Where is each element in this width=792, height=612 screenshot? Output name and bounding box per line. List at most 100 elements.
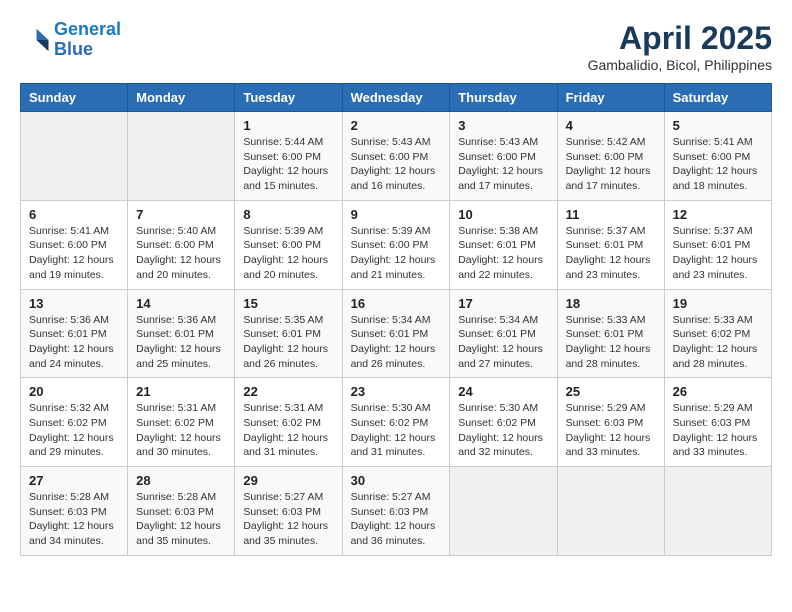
day-info: Sunrise: 5:43 AM Sunset: 6:00 PM Dayligh… <box>351 135 442 194</box>
day-number: 16 <box>351 296 442 311</box>
day-number: 14 <box>136 296 226 311</box>
day-info: Sunrise: 5:33 AM Sunset: 6:01 PM Dayligh… <box>566 313 656 372</box>
day-info: Sunrise: 5:30 AM Sunset: 6:02 PM Dayligh… <box>458 401 548 460</box>
calendar-week-row: 13 Sunrise: 5:36 AM Sunset: 6:01 PM Dayli… <box>21 289 772 378</box>
table-row: 7Sunrise: 5:40 AM Sunset: 6:00 PM Daylig… <box>128 200 235 289</box>
table-row: 20Sunrise: 5:32 AM Sunset: 6:02 PM Dayli… <box>21 378 128 467</box>
day-info: Sunrise: 5:34 AM Sunset: 6:01 PM Dayligh… <box>351 313 442 372</box>
calendar-week-row: 1 Sunrise: 5:44 AM Sunset: 6:00 PM Daylig… <box>21 112 772 201</box>
table-row: 12Sunrise: 5:37 AM Sunset: 6:01 PM Dayli… <box>664 200 771 289</box>
table-row: 14 Sunrise: 5:36 AM Sunset: 6:01 PM Dayli… <box>128 289 235 378</box>
table-row: 2 Sunrise: 5:43 AM Sunset: 6:00 PM Daylig… <box>342 112 450 201</box>
day-info: Sunrise: 5:39 AM Sunset: 6:00 PM Dayligh… <box>243 224 333 283</box>
table-row: 25Sunrise: 5:29 AM Sunset: 6:03 PM Dayli… <box>557 378 664 467</box>
day-number: 25 <box>566 384 656 399</box>
col-tuesday: Tuesday <box>235 84 342 112</box>
logo: General Blue <box>20 20 121 60</box>
table-row: 9 Sunrise: 5:39 AM Sunset: 6:00 PM Daylig… <box>342 200 450 289</box>
day-number: 15 <box>243 296 333 311</box>
day-number: 30 <box>351 473 442 488</box>
day-info: Sunrise: 5:36 AM Sunset: 6:01 PM Dayligh… <box>29 313 119 372</box>
table-row <box>128 112 235 201</box>
day-info: Sunrise: 5:28 AM Sunset: 6:03 PM Dayligh… <box>29 490 119 549</box>
day-info: Sunrise: 5:39 AM Sunset: 6:00 PM Dayligh… <box>351 224 442 283</box>
day-info: Sunrise: 5:43 AM Sunset: 6:00 PM Dayligh… <box>458 135 548 194</box>
table-row: 21 Sunrise: 5:31 AM Sunset: 6:02 PM Dayli… <box>128 378 235 467</box>
day-info: Sunrise: 5:36 AM Sunset: 6:01 PM Dayligh… <box>136 313 226 372</box>
day-info: Sunrise: 5:42 AM Sunset: 6:00 PM Dayligh… <box>566 135 656 194</box>
col-wednesday: Wednesday <box>342 84 450 112</box>
col-thursday: Thursday <box>450 84 557 112</box>
day-number: 17 <box>458 296 548 311</box>
day-number: 21 <box>136 384 226 399</box>
table-row: 22 Sunrise: 5:31 AM Sunset: 6:02 PM Dayli… <box>235 378 342 467</box>
day-number: 27 <box>29 473 119 488</box>
table-row: 23Sunrise: 5:30 AM Sunset: 6:02 PM Dayli… <box>342 378 450 467</box>
title-block: April 2025 Gambalidio, Bicol, Philippine… <box>588 20 772 73</box>
table-row: 24 Sunrise: 5:30 AM Sunset: 6:02 PM Dayli… <box>450 378 557 467</box>
table-row: 3 Sunrise: 5:43 AM Sunset: 6:00 PM Daylig… <box>450 112 557 201</box>
day-info: Sunrise: 5:38 AM Sunset: 6:01 PM Dayligh… <box>458 224 548 283</box>
day-info: Sunrise: 5:32 AM Sunset: 6:02 PM Dayligh… <box>29 401 119 460</box>
day-number: 4 <box>566 118 656 133</box>
day-number: 12 <box>673 207 763 222</box>
day-info: Sunrise: 5:37 AM Sunset: 6:01 PM Dayligh… <box>566 224 656 283</box>
day-info: Sunrise: 5:35 AM Sunset: 6:01 PM Dayligh… <box>243 313 333 372</box>
day-info: Sunrise: 5:28 AM Sunset: 6:03 PM Dayligh… <box>136 490 226 549</box>
day-number: 6 <box>29 207 119 222</box>
table-row: 5 Sunrise: 5:41 AM Sunset: 6:00 PM Daylig… <box>664 112 771 201</box>
table-row: 11 Sunrise: 5:37 AM Sunset: 6:01 PM Dayli… <box>557 200 664 289</box>
logo-line1: General <box>54 19 121 39</box>
table-row: 19Sunrise: 5:33 AM Sunset: 6:02 PM Dayli… <box>664 289 771 378</box>
day-number: 11 <box>566 207 656 222</box>
table-row: 8 Sunrise: 5:39 AM Sunset: 6:00 PM Daylig… <box>235 200 342 289</box>
logo-text: General Blue <box>54 20 121 60</box>
logo-icon <box>20 25 50 55</box>
table-row: 17 Sunrise: 5:34 AM Sunset: 6:01 PM Dayli… <box>450 289 557 378</box>
day-number: 24 <box>458 384 548 399</box>
day-number: 28 <box>136 473 226 488</box>
logo-line2: Blue <box>54 39 93 59</box>
day-info: Sunrise: 5:31 AM Sunset: 6:02 PM Dayligh… <box>136 401 226 460</box>
table-row <box>21 112 128 201</box>
day-number: 1 <box>243 118 333 133</box>
table-row <box>557 467 664 556</box>
day-info: Sunrise: 5:34 AM Sunset: 6:01 PM Dayligh… <box>458 313 548 372</box>
calendar-table: Sunday Monday Tuesday Wednesday Thursday… <box>20 83 772 556</box>
day-number: 8 <box>243 207 333 222</box>
calendar-week-row: 27 Sunrise: 5:28 AM Sunset: 6:03 PM Dayli… <box>21 467 772 556</box>
day-number: 18 <box>566 296 656 311</box>
day-info: Sunrise: 5:29 AM Sunset: 6:03 PM Dayligh… <box>673 401 763 460</box>
table-row: 10Sunrise: 5:38 AM Sunset: 6:01 PM Dayli… <box>450 200 557 289</box>
day-info: Sunrise: 5:31 AM Sunset: 6:02 PM Dayligh… <box>243 401 333 460</box>
table-row: 13 Sunrise: 5:36 AM Sunset: 6:01 PM Dayli… <box>21 289 128 378</box>
day-info: Sunrise: 5:27 AM Sunset: 6:03 PM Dayligh… <box>351 490 442 549</box>
calendar-week-row: 20Sunrise: 5:32 AM Sunset: 6:02 PM Dayli… <box>21 378 772 467</box>
day-info: Sunrise: 5:41 AM Sunset: 6:00 PM Dayligh… <box>673 135 763 194</box>
col-saturday: Saturday <box>664 84 771 112</box>
page-header: General Blue April 2025 Gambalidio, Bico… <box>20 20 772 73</box>
day-number: 22 <box>243 384 333 399</box>
calendar-title: April 2025 <box>588 20 772 57</box>
col-monday: Monday <box>128 84 235 112</box>
day-number: 5 <box>673 118 763 133</box>
table-row: 27 Sunrise: 5:28 AM Sunset: 6:03 PM Dayli… <box>21 467 128 556</box>
calendar-subtitle: Gambalidio, Bicol, Philippines <box>588 57 772 73</box>
day-number: 23 <box>351 384 442 399</box>
table-row: 15 Sunrise: 5:35 AM Sunset: 6:01 PM Dayli… <box>235 289 342 378</box>
day-info: Sunrise: 5:41 AM Sunset: 6:00 PM Dayligh… <box>29 224 119 283</box>
table-row: 6 Sunrise: 5:41 AM Sunset: 6:00 PM Daylig… <box>21 200 128 289</box>
calendar-week-row: 6 Sunrise: 5:41 AM Sunset: 6:00 PM Daylig… <box>21 200 772 289</box>
day-info: Sunrise: 5:40 AM Sunset: 6:00 PM Dayligh… <box>136 224 226 283</box>
col-sunday: Sunday <box>21 84 128 112</box>
day-number: 3 <box>458 118 548 133</box>
day-info: Sunrise: 5:27 AM Sunset: 6:03 PM Dayligh… <box>243 490 333 549</box>
table-row: 26 Sunrise: 5:29 AM Sunset: 6:03 PM Dayli… <box>664 378 771 467</box>
day-number: 13 <box>29 296 119 311</box>
day-number: 2 <box>351 118 442 133</box>
day-number: 26 <box>673 384 763 399</box>
day-number: 9 <box>351 207 442 222</box>
calendar-header-row: Sunday Monday Tuesday Wednesday Thursday… <box>21 84 772 112</box>
day-info: Sunrise: 5:44 AM Sunset: 6:00 PM Dayligh… <box>243 135 333 194</box>
table-row: 1 Sunrise: 5:44 AM Sunset: 6:00 PM Daylig… <box>235 112 342 201</box>
